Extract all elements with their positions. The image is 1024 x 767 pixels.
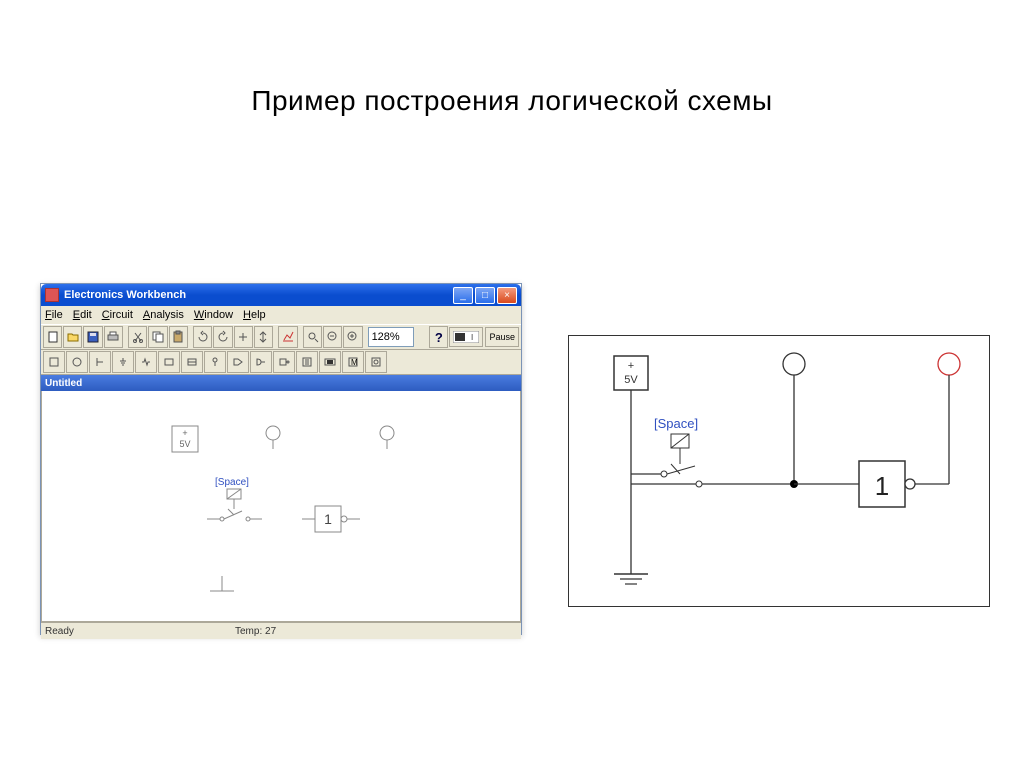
comp-14[interactable]: M (342, 351, 364, 373)
canvas-ground[interactable] (210, 576, 234, 591)
help-button[interactable]: ? (429, 326, 448, 348)
pause-button[interactable]: Pause (485, 327, 519, 347)
comp-11[interactable] (273, 351, 295, 373)
title-text: Electronics Workbench (64, 289, 453, 301)
comp-15[interactable] (365, 351, 387, 373)
schem-ground (614, 484, 648, 584)
comp-10[interactable] (250, 351, 272, 373)
menu-circuit[interactable]: Circuit (102, 309, 133, 321)
menu-analysis[interactable]: Analysis (143, 309, 184, 321)
svg-text:+: + (628, 360, 634, 372)
toolbar-main: 128% ? I Pause (41, 324, 521, 350)
zoom-field[interactable]: 128% (368, 327, 415, 347)
menu-window[interactable]: Window (194, 309, 233, 321)
search-button[interactable] (303, 326, 322, 348)
save-button[interactable] (83, 326, 102, 348)
maximize-button[interactable]: □ (475, 287, 495, 304)
comp-2[interactable] (66, 351, 88, 373)
open-button[interactable] (63, 326, 82, 348)
svg-text:5V: 5V (624, 374, 638, 386)
svg-text:5V: 5V (179, 439, 190, 449)
copy-button[interactable] (148, 326, 167, 348)
menu-help[interactable]: Help (243, 309, 266, 321)
svg-text:1: 1 (324, 511, 332, 527)
document-title: Untitled (41, 375, 521, 391)
comp-1[interactable] (43, 351, 65, 373)
zoom-out-button[interactable] (323, 326, 342, 348)
svg-text:M: M (351, 358, 358, 367)
menu-file[interactable]: File (45, 309, 63, 321)
canvas-voltage-source[interactable]: + 5V (172, 426, 198, 452)
comp-3[interactable] (89, 351, 111, 373)
status-temp: Temp: 27 (235, 626, 276, 637)
paste-button[interactable] (169, 326, 188, 348)
canvas-not-gate[interactable]: 1 (302, 506, 360, 532)
canvas[interactable]: + 5V [Space] (41, 391, 521, 622)
schem-switch: [Space] (654, 416, 702, 487)
comp-6[interactable] (158, 351, 180, 373)
cut-button[interactable] (128, 326, 147, 348)
print-button[interactable] (104, 326, 123, 348)
comp-13[interactable] (319, 351, 341, 373)
app-window: Electronics Workbench _ □ × File Edit Ci… (40, 283, 522, 635)
slide-title: Пример построения логической схемы (0, 85, 1024, 117)
toolbar-components: M (41, 350, 521, 375)
rotate-left-button[interactable] (193, 326, 212, 348)
zoom-in-button[interactable] (343, 326, 362, 348)
canvas-switch[interactable]: [Space] (207, 477, 262, 521)
simulate-switch[interactable]: I (449, 327, 483, 347)
svg-text:I: I (471, 333, 473, 342)
canvas-probe-1[interactable] (266, 426, 280, 449)
graph-button[interactable] (278, 326, 297, 348)
schem-probe-1 (783, 353, 805, 484)
svg-text:1: 1 (875, 471, 889, 501)
statusbar: Ready Temp: 27 (41, 622, 521, 639)
comp-4[interactable] (112, 351, 134, 373)
schem-probe-2 (938, 353, 960, 484)
flip-v-button[interactable] (254, 326, 273, 348)
new-button[interactable] (43, 326, 62, 348)
titlebar[interactable]: Electronics Workbench _ □ × (41, 284, 521, 306)
app-icon (45, 288, 59, 302)
rotate-right-button[interactable] (213, 326, 232, 348)
schem-not-gate: 1 (859, 461, 915, 507)
status-ready: Ready (45, 626, 235, 637)
flip-h-button[interactable] (234, 326, 253, 348)
menu-edit[interactable]: Edit (73, 309, 92, 321)
canvas-probe-2[interactable] (380, 426, 394, 449)
comp-8[interactable] (204, 351, 226, 373)
menubar: File Edit Circuit Analysis Window Help (41, 306, 521, 324)
minimize-button[interactable]: _ (453, 287, 473, 304)
schem-voltage-source: + 5V (614, 356, 648, 474)
svg-text:[Space]: [Space] (654, 416, 698, 431)
comp-7[interactable] (181, 351, 203, 373)
close-button[interactable]: × (497, 287, 517, 304)
comp-5[interactable] (135, 351, 157, 373)
svg-text:[Space]: [Space] (215, 477, 249, 488)
schematic-panel: + 5V [Space] (568, 335, 990, 607)
comp-9[interactable] (227, 351, 249, 373)
comp-12[interactable] (296, 351, 318, 373)
svg-text:+: + (182, 428, 187, 438)
